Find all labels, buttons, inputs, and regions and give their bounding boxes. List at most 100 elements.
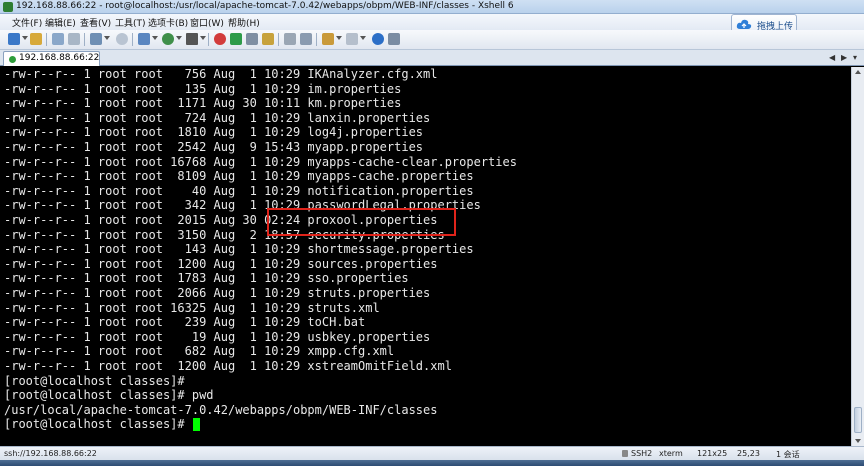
new-session-icon[interactable] [8, 33, 20, 45]
terminal-line-text: -rw-r--r-- 1 root root 1200 Aug 1 10:29 … [4, 359, 452, 373]
globe-icon[interactable] [162, 33, 174, 45]
terminal-line: -rw-r--r-- 1 root root 724 Aug 1 10:29 l… [4, 111, 430, 126]
terminal-line-text: -rw-r--r-- 1 root root 135 Aug 1 10:29 i… [4, 81, 402, 96]
tab-list-icon[interactable]: ▾ [853, 53, 857, 62]
terminal-line: -rw-r--r-- 1 root root 16768 Aug 1 10:29… [4, 155, 517, 170]
script-icon[interactable] [246, 33, 258, 45]
status-term: xterm [659, 449, 683, 458]
terminal-line: -rw-r--r-- 1 root root 1810 Aug 1 10:29 … [4, 125, 423, 140]
terminal-line-text: -rw-r--r-- 1 root root 2542 Aug 9 15:43 … [4, 140, 424, 154]
window-title: 192.168.88.66:22 - root@localhost:/usr/l… [16, 1, 514, 11]
tab-scroll-right-icon[interactable]: ▶ [841, 53, 847, 62]
toolbar-separator [46, 33, 47, 46]
chevron-down-icon[interactable] [360, 36, 366, 40]
lock-icon[interactable] [262, 33, 274, 45]
transfer-icon[interactable] [230, 33, 242, 45]
terminal-line: -rw-r--r-- 1 root root 1171 Aug 30 10:11… [4, 96, 401, 111]
terminal-line: -rw-r--r-- 1 root root 143 Aug 1 10:29 s… [4, 242, 474, 257]
toolbar-separator [84, 33, 85, 46]
terminal-line: -rw-r--r-- 1 root root 239 Aug 1 10:29 t… [4, 315, 365, 330]
terminal-line-text: -rw-r--r-- 1 root root 756 Aug 1 10:29 I… [4, 67, 438, 81]
compose-icon[interactable] [138, 33, 150, 45]
menu-help[interactable]: 帮助(H) [228, 16, 260, 29]
info-icon[interactable] [388, 33, 400, 45]
compose-bar-icon[interactable] [300, 33, 312, 45]
terminal-line-text: [root@localhost classes]# [4, 417, 192, 432]
disconnect-icon[interactable] [52, 33, 64, 45]
terminal-line: /usr/local/apache-tomcat-7.0.42/webapps/… [4, 403, 437, 418]
scrollbar-thumb[interactable] [854, 407, 862, 433]
tab-session[interactable]: 192.168.88.66:22 [3, 51, 100, 66]
terminal-line-text: -rw-r--r-- 1 root root 40 Aug 1 10:29 no… [4, 183, 474, 198]
chevron-down-icon[interactable] [152, 36, 158, 40]
layout-icon[interactable] [322, 33, 334, 45]
terminal-line: [root@localhost classes]# [4, 417, 200, 432]
connected-status-icon [9, 56, 16, 63]
status-protocol: SSH2 [631, 449, 653, 458]
terminal-line-text: -rw-r--r-- 1 root root 1810 Aug 1 10:29 … [4, 125, 424, 140]
copy-icon[interactable] [90, 33, 102, 45]
scroll-down-icon[interactable] [855, 439, 861, 443]
font-icon[interactable] [186, 33, 198, 45]
reconnect-icon[interactable] [68, 33, 80, 45]
status-size: 121x25 [697, 449, 728, 458]
terminal-line-text: -rw-r--r-- 1 root root 239 Aug 1 10:29 t… [4, 315, 366, 330]
chevron-down-icon[interactable] [200, 36, 206, 40]
terminal-line: -rw-r--r-- 1 root root 1783 Aug 1 10:29 … [4, 271, 409, 286]
status-sessions: 1 会话 [776, 450, 800, 459]
terminal-line-text: -rw-r--r-- 1 root root 682 Aug 1 10:29 x… [4, 344, 395, 359]
terminal-line-text: -rw-r--r-- 1 root root 19 Aug 1 10:29 us… [4, 329, 431, 344]
terminal-line-text: -rw-r--r-- 1 root root 2066 Aug 1 10:29 … [4, 286, 431, 300]
menu-tools[interactable]: 工具(T) [115, 16, 146, 29]
status-cursor-pos: 25,23 [737, 449, 760, 458]
terminal-line-text: -rw-r--r-- 1 root root 16768 Aug 1 10:29… [4, 154, 517, 169]
terminal-line: [root@localhost classes]# pwd [4, 388, 214, 403]
search-icon[interactable] [116, 33, 128, 45]
tab-session-label: 192.168.88.66:22 [19, 53, 100, 63]
xftp-icon[interactable] [214, 33, 226, 45]
terminal-line: -rw-r--r-- 1 root root 1200 Aug 1 10:29 … [4, 257, 437, 272]
open-folder-icon[interactable] [30, 33, 42, 45]
terminal-line-text: -rw-r--r-- 1 root root 1783 Aug 1 10:29 … [4, 271, 409, 286]
terminal-line-text: -rw-r--r-- 1 root root 1171 Aug 30 10:11… [4, 96, 402, 111]
chevron-down-icon[interactable] [104, 36, 110, 40]
terminal-line: -rw-r--r-- 1 root root 2066 Aug 1 10:29 … [4, 286, 430, 301]
keyboard-icon[interactable] [284, 33, 296, 45]
terminal-line-text: [root@localhost classes]# [4, 373, 185, 388]
terminal-line-text: /usr/local/apache-tomcat-7.0.42/webapps/… [4, 402, 438, 417]
menu-edit[interactable]: 编辑(E) [45, 16, 76, 29]
terminal-line-text: -rw-r--r-- 1 root root 1200 Aug 1 10:29 … [4, 256, 438, 271]
toolbar-separator [278, 33, 279, 46]
terminal-line: -rw-r--r-- 1 root root 756 Aug 1 10:29 I… [4, 67, 437, 82]
tab-scroll-left-icon[interactable]: ◀ [829, 53, 835, 62]
chevron-down-icon[interactable] [176, 36, 182, 40]
terminal-line: [root@localhost classes]# [4, 374, 185, 389]
terminal[interactable]: -rw-r--r-- 1 root root 756 Aug 1 10:29 I… [0, 67, 851, 446]
menu-file[interactable]: 文件(F) [12, 16, 42, 29]
terminal-line-text: [root@localhost classes]# pwd [4, 388, 214, 403]
os-taskbar [0, 460, 864, 466]
toolbar-separator [132, 33, 133, 46]
status-host: ssh://192.168.88.66:22 [4, 449, 97, 458]
scroll-up-icon[interactable] [855, 70, 861, 74]
vertical-scrollbar[interactable] [851, 67, 864, 446]
toolbar [0, 30, 864, 50]
help-icon[interactable] [372, 33, 384, 45]
xshell-app-icon [3, 2, 13, 12]
terminal-line-text: -rw-r--r-- 1 root root 8109 Aug 1 10:29 … [4, 169, 474, 184]
terminal-line-text: -rw-r--r-- 1 root root 143 Aug 1 10:29 s… [4, 242, 474, 257]
window-icon[interactable] [346, 33, 358, 45]
terminal-line: -rw-r--r-- 1 root root 16325 Aug 1 10:29… [4, 301, 380, 316]
terminal-line: -rw-r--r-- 1 root root 8109 Aug 1 10:29 … [4, 169, 474, 184]
chevron-down-icon[interactable] [22, 36, 28, 40]
menu-view[interactable]: 查看(V) [80, 16, 111, 29]
terminal-cursor [192, 418, 200, 432]
lock-icon [622, 450, 628, 457]
terminal-line: -rw-r--r-- 1 root root 1200 Aug 1 10:29 … [4, 359, 452, 374]
chevron-down-icon[interactable] [336, 36, 342, 40]
terminal-line: -rw-r--r-- 1 root root 682 Aug 1 10:29 x… [4, 344, 394, 359]
terminal-line: -rw-r--r-- 1 root root 40 Aug 1 10:29 no… [4, 184, 474, 199]
terminal-line-text: -rw-r--r-- 1 root root 724 Aug 1 10:29 l… [4, 110, 431, 125]
menu-window[interactable]: 窗口(W) [190, 16, 224, 29]
menu-tabs[interactable]: 选项卡(B) [148, 16, 188, 29]
